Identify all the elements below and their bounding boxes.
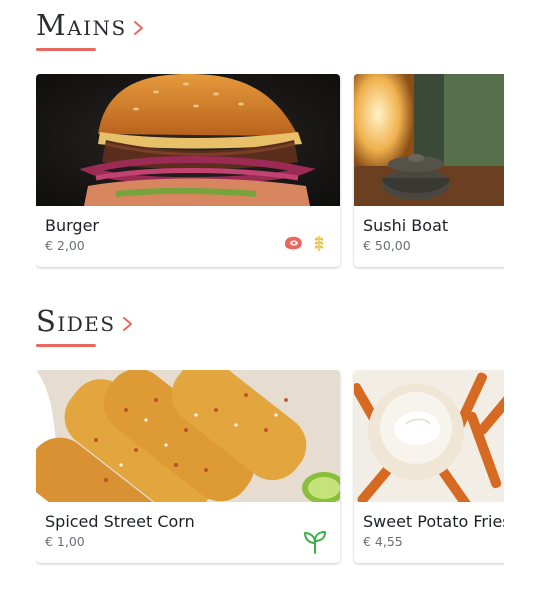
section-title[interactable]: Mains — [36, 8, 127, 42]
item-card-spiced-street-corn[interactable]: Spiced Street Corn € 1,00 — [36, 370, 340, 563]
item-name: Spiced Street Corn — [45, 512, 195, 531]
sushi-boat-photo — [354, 74, 504, 206]
item-name: Sweet Potato Fries — [363, 512, 504, 531]
burger-photo — [36, 74, 340, 206]
item-price: € 2,00 — [45, 238, 85, 253]
item-price: € 4,55 — [363, 534, 403, 549]
item-name: Sushi Boat — [363, 216, 449, 235]
vegan-sprout-icon — [304, 531, 326, 554]
section-header-sides[interactable]: Sides — [36, 304, 138, 338]
meat-icon — [285, 236, 302, 250]
sweet-potato-fries-photo — [354, 370, 504, 502]
gluten-icon — [314, 236, 324, 251]
item-row[interactable]: Spiced Street Corn € 1,00 Sweet Potato F… — [36, 370, 504, 566]
item-card-sweet-potato-fries[interactable]: Sweet Potato Fries € 4,55 — [354, 370, 504, 563]
section-header-mains[interactable]: Mains — [36, 8, 149, 42]
diet-tags — [304, 530, 326, 554]
chevron-right-icon[interactable] — [129, 17, 149, 39]
section-title[interactable]: Sides — [36, 304, 116, 338]
item-name: Burger — [45, 216, 99, 235]
menu-page: Mains Burger € 2,00 Sushi Boat € 50,00 S… — [0, 0, 539, 598]
item-price: € 1,00 — [45, 534, 85, 549]
item-row[interactable]: Burger € 2,00 Sushi Boat € 50,00 — [36, 74, 504, 270]
item-card-burger[interactable]: Burger € 2,00 — [36, 74, 340, 267]
chevron-right-icon[interactable] — [118, 313, 138, 335]
section-underline — [36, 344, 96, 347]
item-price: € 50,00 — [363, 238, 411, 253]
spiced-street-corn-photo — [36, 370, 340, 502]
item-card-sushi-boat[interactable]: Sushi Boat € 50,00 — [354, 74, 504, 267]
section-underline — [36, 48, 96, 51]
diet-tags — [282, 234, 326, 252]
